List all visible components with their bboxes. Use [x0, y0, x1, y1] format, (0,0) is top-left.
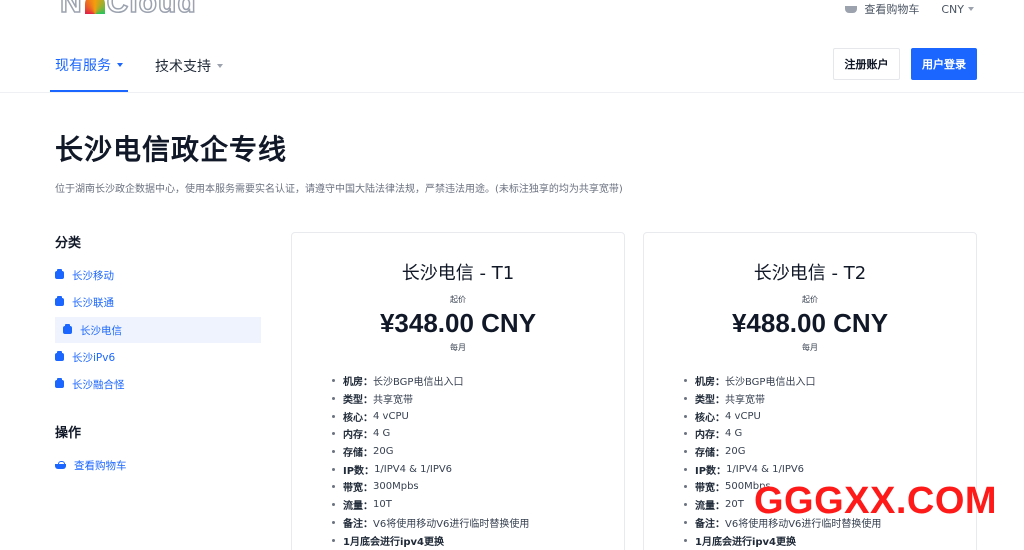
price-from-label: 起价 — [802, 295, 818, 304]
product-title: 长沙电信 - T1 — [401, 263, 515, 284]
page-description: 位于湖南长沙政企数据中心，使用本服务需要实名认证，请遵守中国大陆法律法规，严禁违… — [55, 184, 623, 195]
spec-list: 机房：长沙BGP电信出入口 类型：共享宽带 核心： 4 vCPU 内存： 4 G 存… — [332, 372, 529, 549]
spec-item: 内存： 4 G — [684, 425, 881, 443]
box-icon — [55, 296, 64, 306]
spec-item: 存储： 20G — [684, 443, 881, 461]
spec-item: 核心： 4 vCPU — [684, 407, 881, 425]
spec-item: 1月底会进行ipv4更换 — [684, 531, 881, 549]
spec-item: 备注： V6将使用移动V6进行临时替换使用 — [332, 514, 529, 532]
main-nav: 现有服务 技术支持 — [50, 40, 250, 92]
spec-item: IP数： 1/IPV4 & 1/IPV6 — [684, 460, 881, 478]
spec-item: 机房：长沙BGP电信出入口 — [332, 372, 529, 390]
basket-icon — [844, 3, 858, 15]
spec-item: IP数： 1/IPV4 & 1/IPV6 — [332, 460, 529, 478]
site-watermark: GGGXX.COM — [754, 480, 998, 522]
view-cart-link[interactable]: 查看购物车 — [844, 1, 919, 17]
product-title: 长沙电信 - T2 — [753, 263, 867, 284]
nav-item-support[interactable]: 技术支持 — [150, 40, 228, 92]
sidebar-item-changsha-ipv6[interactable]: 长沙iPv6 — [55, 344, 261, 370]
sidebar-item-label: 查看购物车 — [74, 459, 127, 472]
product-card[interactable]: 长沙电信 - T1 起价 ¥348.00 CNY 每月 机房：长沙BGP电信出入… — [291, 232, 625, 550]
box-icon — [55, 351, 64, 361]
register-button[interactable]: 注册账户 — [833, 48, 900, 80]
billing-cycle: 每月 — [450, 343, 466, 352]
sidebar-item-label: 长沙电信 — [80, 324, 122, 337]
nav-item-label: 技术支持 — [155, 59, 211, 75]
login-button[interactable]: 用户登录 — [911, 48, 977, 80]
chevron-down-icon — [117, 63, 123, 67]
sidebar-item-label: 长沙iPv6 — [72, 351, 116, 364]
sidebar-item-label: 长沙联通 — [72, 296, 114, 309]
billing-cycle: 每月 — [802, 343, 818, 352]
currency-label: CNY — [941, 2, 964, 16]
spec-item: 核心： 4 vCPU — [332, 407, 529, 425]
chevron-down-icon — [217, 64, 223, 68]
brand-logo[interactable]: N Cloud — [59, 0, 197, 20]
currency-selector[interactable]: CNY — [941, 3, 974, 16]
actions-heading: 操作 — [55, 426, 82, 441]
spec-item: 存储： 20G — [332, 443, 529, 461]
spec-item: 内存： 4 G — [332, 425, 529, 443]
spec-item: 类型：共享宽带 — [332, 390, 529, 408]
header-divider — [0, 92, 1024, 93]
view-cart-label: 查看购物车 — [864, 3, 920, 16]
sidebar-item-changsha-telecom[interactable]: 长沙电信 — [55, 317, 261, 343]
sidebar-item-changsha-hybrid[interactable]: 长沙融合怪 — [55, 371, 261, 397]
topbar-utilities: 查看购物车 CNY — [844, 0, 974, 18]
spec-item: 机房：长沙BGP电信出入口 — [684, 372, 881, 390]
sidebar-action-view-cart[interactable]: 查看购物车 — [55, 452, 261, 478]
box-icon — [63, 324, 72, 334]
spec-item: 流量： 10T — [332, 496, 529, 514]
sidebar-item-changsha-mobile[interactable]: 长沙移动 — [55, 262, 261, 288]
box-icon — [55, 269, 64, 279]
nav-item-label: 现有服务 — [55, 58, 111, 74]
box-icon — [55, 378, 64, 388]
categories-heading: 分类 — [55, 236, 82, 251]
chevron-down-icon — [968, 7, 974, 11]
sidebar-item-label: 长沙移动 — [72, 269, 114, 282]
basket-icon — [55, 461, 66, 469]
nav-item-services[interactable]: 现有服务 — [50, 40, 128, 92]
spec-item: 带宽： 300Mpbs — [332, 478, 529, 496]
product-price: ¥488.00 CNY — [731, 308, 889, 338]
spec-item: 1月底会进行ipv4更换 — [332, 531, 529, 549]
sidebar-item-label: 长沙融合怪 — [72, 378, 125, 391]
spec-item: 类型：共享宽带 — [684, 390, 881, 408]
rainbow-icon — [84, 0, 105, 15]
page-title: 长沙电信政企专线 — [55, 133, 288, 166]
sidebar-item-changsha-unicom[interactable]: 长沙联通 — [55, 289, 261, 315]
price-from-label: 起价 — [450, 295, 466, 304]
product-price: ¥348.00 CNY — [379, 308, 537, 338]
